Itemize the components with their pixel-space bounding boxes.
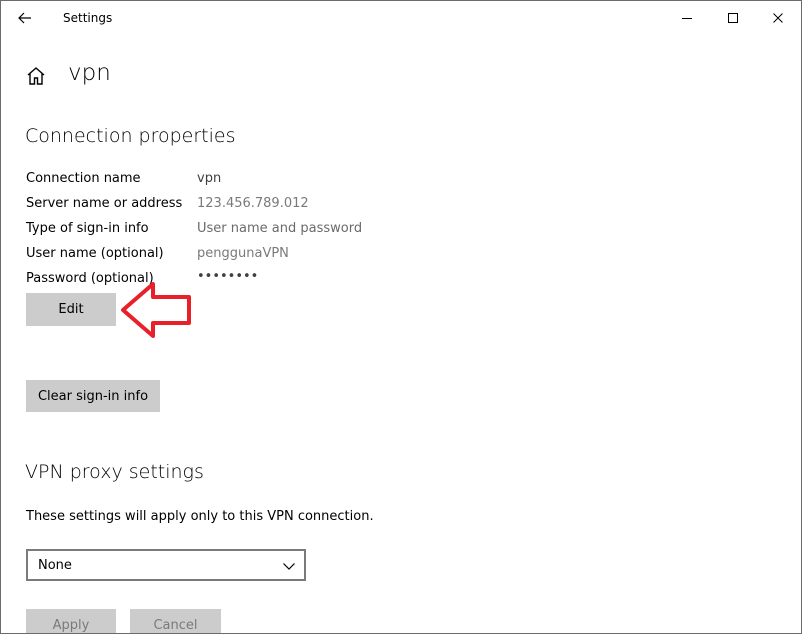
maximize-icon <box>728 13 738 23</box>
maximize-button[interactable] <box>710 1 756 35</box>
server-address-label: Server name or address <box>26 196 183 211</box>
minimize-icon <box>682 18 692 19</box>
vpn-proxy-settings-heading: VPN proxy settings <box>25 461 204 483</box>
password-value: •••••••• <box>197 269 259 284</box>
page-title: vpn <box>68 60 111 86</box>
username-value: penggunaVPN <box>197 246 289 261</box>
home-icon[interactable] <box>25 65 47 87</box>
app-title: Settings <box>63 11 113 25</box>
proxy-dropdown[interactable]: None <box>26 549 306 581</box>
chevron-down-icon <box>283 563 295 570</box>
back-button[interactable] <box>11 5 39 31</box>
cancel-button[interactable]: Cancel <box>130 609 221 633</box>
arrow-left-icon <box>18 12 31 24</box>
connection-name-value: vpn <box>197 171 222 186</box>
connection-name-label: Connection name <box>26 171 141 186</box>
edit-button[interactable]: Edit <box>26 293 116 326</box>
clear-sign-in-info-button[interactable]: Clear sign-in info <box>26 380 160 412</box>
minimize-button[interactable] <box>664 1 710 35</box>
sign-in-type-label: Type of sign-in info <box>26 221 149 236</box>
settings-window: Settings vpn Connection properties Conne… <box>0 0 802 634</box>
proxy-description: These settings will apply only to this V… <box>26 509 374 524</box>
close-icon <box>773 13 783 23</box>
proxy-dropdown-value: None <box>38 558 72 573</box>
username-label: User name (optional) <box>26 246 164 261</box>
sign-in-type-value: User name and password <box>197 221 363 236</box>
title-bar: Settings <box>1 1 801 35</box>
apply-button[interactable]: Apply <box>26 609 116 633</box>
connection-properties-heading: Connection properties <box>25 125 236 147</box>
close-button[interactable] <box>755 1 801 35</box>
server-address-value: 123.456.789.012 <box>197 196 309 211</box>
red-arrow-annotation <box>121 282 191 338</box>
